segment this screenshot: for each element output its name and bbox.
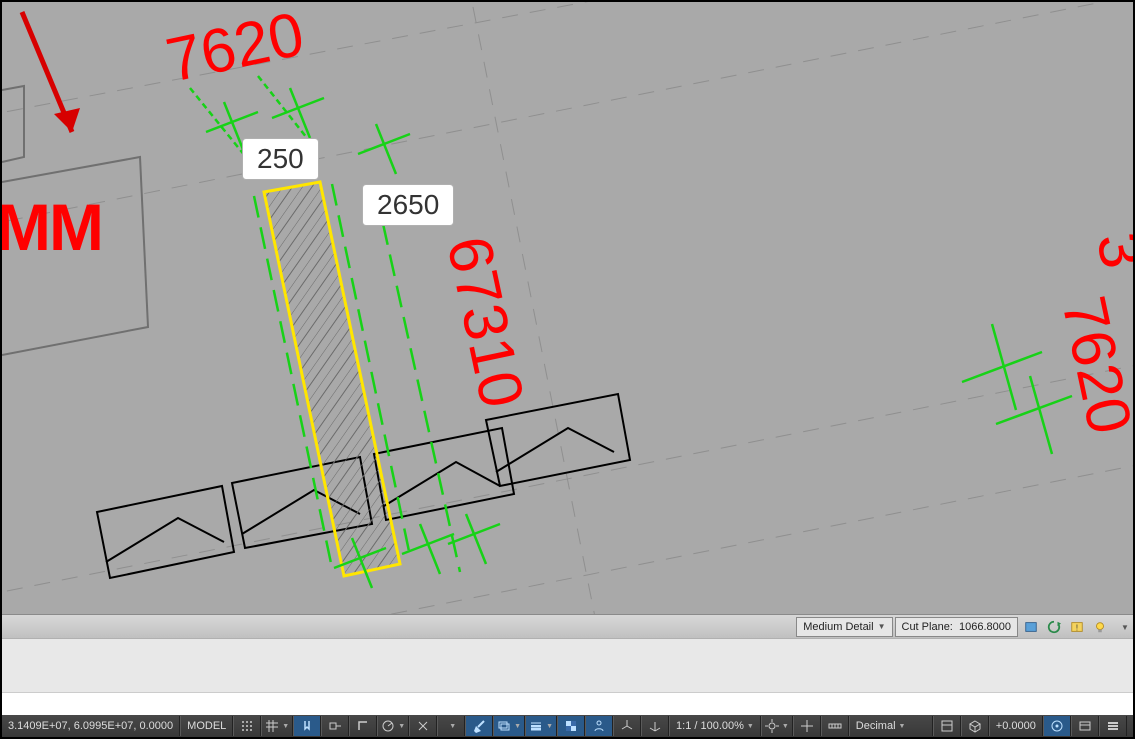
dimension-readout-2650: 2650 <box>362 184 454 226</box>
snap-note-icon[interactable] <box>293 716 321 736</box>
cube-icon[interactable] <box>961 716 989 736</box>
tool-edit-icon[interactable] <box>465 716 493 736</box>
transparency-icon[interactable] <box>557 716 585 736</box>
command-area[interactable] <box>2 638 1133 717</box>
menu-icon[interactable] <box>1099 716 1127 736</box>
view-options-dropdown[interactable] <box>1113 617 1133 637</box>
ruler-icon[interactable] <box>821 716 849 736</box>
detail-level-dropdown[interactable]: Medium Detail <box>796 617 892 637</box>
annotation-scale[interactable]: 1:1 / 100.00% <box>669 716 761 736</box>
tool-layers-icon[interactable] <box>493 716 525 736</box>
svg-text:!: ! <box>1076 624 1078 633</box>
snap-divider-icon[interactable] <box>409 716 437 736</box>
polar-icon[interactable] <box>377 716 409 736</box>
model-space-toggle[interactable]: MODEL <box>180 716 233 736</box>
status-bar: 3.1409E+07, 6.0995E+07, 0.0000 MODEL 1:1… <box>2 715 1133 737</box>
view-refresh-icon[interactable] <box>1044 617 1064 637</box>
svg-text:3: 3 <box>1083 227 1133 273</box>
coordinate-readout[interactable]: 3.1409E+07, 6.0995E+07, 0.0000 <box>2 716 180 736</box>
z-offset-readout[interactable]: +0.0000 <box>989 716 1043 736</box>
units-dropdown[interactable]: Decimal <box>849 716 933 736</box>
ucs-person-icon[interactable] <box>585 716 613 736</box>
grid-dots-icon[interactable] <box>233 716 261 736</box>
target-icon[interactable] <box>1043 716 1071 736</box>
cutplane-label: Cut Plane: <box>902 618 953 636</box>
view-detail-bar: Medium Detail Cut Plane: 1066.8000 ! <box>2 614 1133 639</box>
ortho-icon[interactable] <box>349 716 377 736</box>
snap-options-icon[interactable] <box>437 716 465 736</box>
svg-text:7620: 7620 <box>1048 291 1133 440</box>
workspace-icon[interactable] <box>933 716 961 736</box>
command-input-band[interactable] <box>2 692 1133 717</box>
ucs-3d-icon[interactable] <box>641 716 669 736</box>
panel-icon[interactable] <box>1071 716 1099 736</box>
ucs-axes-icon[interactable] <box>613 716 641 736</box>
view-tool-1-icon[interactable] <box>1021 617 1041 637</box>
gear-icon[interactable] <box>761 716 793 736</box>
cutplane-value: 1066.8000 <box>959 618 1011 636</box>
cutplane-field[interactable]: Cut Plane: 1066.8000 <box>895 617 1019 637</box>
snap-square-icon[interactable] <box>321 716 349 736</box>
svg-text:7620: 7620 <box>161 2 310 96</box>
grid-lines-icon[interactable] <box>261 716 293 736</box>
drawing-canvas[interactable]: 7620 67310 3 7620 MM 250 2650 <box>2 2 1133 614</box>
lightbulb-icon[interactable] <box>1090 617 1110 637</box>
dimension-readout-250: 250 <box>242 138 319 180</box>
mm-label: MM <box>2 189 102 265</box>
view-warning-icon[interactable]: ! <box>1067 617 1087 637</box>
lineweight-icon[interactable] <box>525 716 557 736</box>
crosshair-icon[interactable] <box>793 716 821 736</box>
svg-text:67310: 67310 <box>433 231 536 414</box>
